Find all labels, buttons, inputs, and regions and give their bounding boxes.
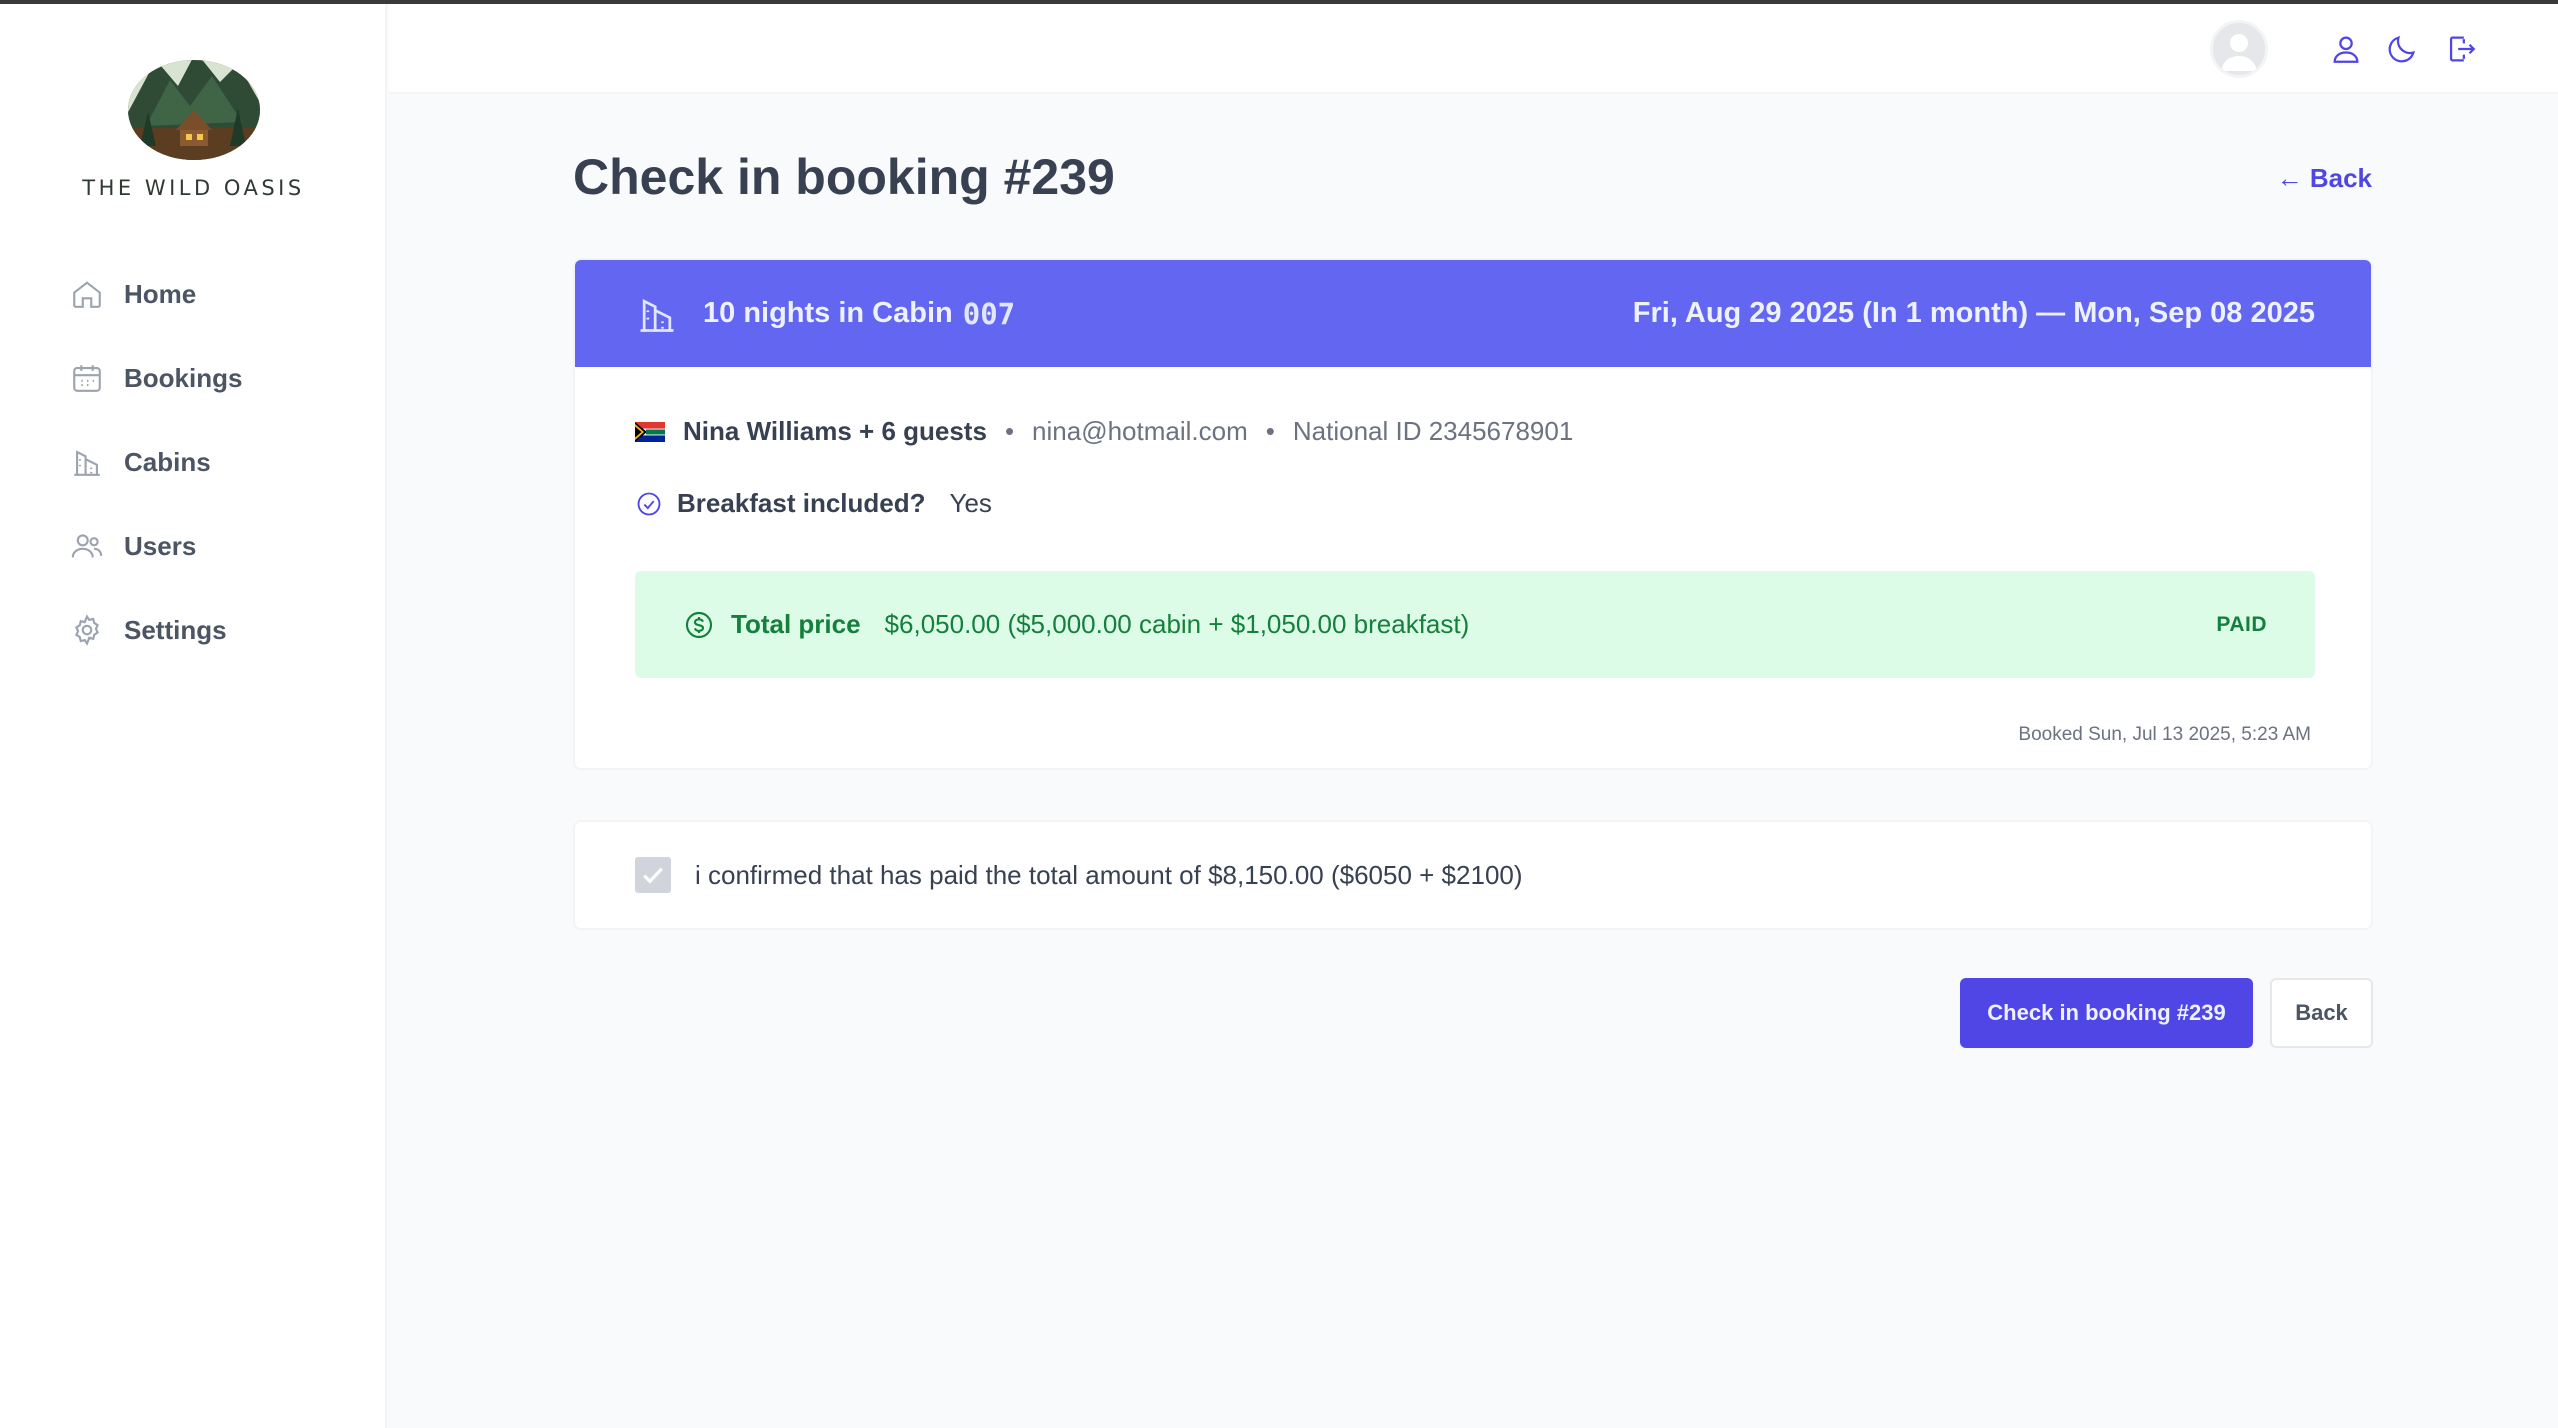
calendar-icon: [70, 361, 104, 395]
guest-name: Nina Williams + 6 guests: [683, 416, 987, 446]
booked-timestamp: Booked Sun, Jul 13 2025, 5:23 AM: [2018, 724, 2311, 745]
checkmark-icon: [643, 867, 663, 884]
booking-card: 10 nights in Cabin 007 Fri, Aug 29 2025 …: [573, 258, 2373, 770]
back-button[interactable]: Back: [2270, 978, 2373, 1048]
confirm-text: i confirmed that has paid the total amou…: [695, 859, 1523, 890]
check-in-button[interactable]: Check in booking #239: [1960, 978, 2253, 1048]
country-flag-icon: [635, 421, 665, 442]
guest-info: Nina Williams + 6 guests • nina@hotmail.…: [635, 416, 1573, 447]
nights-label: 10 nights in Cabin: [703, 297, 953, 329]
logo-text: THE WILD OASIS: [82, 176, 305, 200]
page-title: Check in booking #239: [573, 149, 1115, 205]
price-value: $6,050.00 ($5,000.00 cabin + $1,050.00 b…: [884, 609, 1470, 639]
sidebar-item-users[interactable]: Users: [50, 504, 350, 588]
price-label: Total price: [731, 609, 861, 639]
buildings-icon: [70, 445, 104, 479]
sidebar-item-cabins[interactable]: Cabins: [50, 420, 350, 504]
cabin-code: 007: [962, 296, 1016, 331]
booking-header-band: 10 nights in Cabin 007 Fri, Aug 29 2025 …: [575, 260, 2371, 367]
confirm-checkbox[interactable]: [635, 857, 671, 893]
moon-icon[interactable]: [2385, 32, 2419, 66]
status-badge: PAID: [2216, 612, 2267, 636]
users-icon: [70, 529, 104, 563]
breakfast-info: Breakfast included? Yes: [635, 488, 992, 519]
separator-dot: •: [1265, 416, 1275, 446]
logo[interactable]: THE WILD OASIS: [0, 46, 387, 200]
sidebar-item-label: Home: [124, 278, 197, 309]
guest-email: nina@hotmail.com: [1032, 416, 1248, 446]
avatar[interactable]: [2210, 20, 2268, 78]
sidebar-item-label: Users: [124, 530, 197, 561]
sidebar-item-label: Cabins: [124, 446, 211, 477]
sidebar: THE WILD OASIS Home Bookings Cabins User…: [0, 4, 387, 1428]
logo-image: [127, 60, 260, 160]
price-box: Total price $6,050.00 ($5,000.00 cabin +…: [635, 571, 2315, 678]
sidebar-item-settings[interactable]: Settings: [50, 588, 350, 672]
buildings-icon: [635, 292, 679, 336]
separator-dot: •: [1004, 416, 1015, 446]
top-header: [389, 4, 2558, 94]
check-circle-icon: [635, 490, 663, 518]
back-link[interactable]: ← Back: [2277, 163, 2372, 194]
default-avatar-icon: [2213, 23, 2265, 75]
sidebar-nav: Home Bookings Cabins Users Settings: [50, 252, 350, 672]
sidebar-item-label: Settings: [124, 614, 227, 645]
dollar-circle-icon: [683, 609, 715, 641]
breakfast-value: Yes: [949, 488, 992, 518]
sidebar-item-label: Bookings: [124, 362, 243, 393]
home-icon: [70, 277, 104, 311]
sidebar-item-home[interactable]: Home: [50, 252, 350, 336]
logout-icon[interactable]: [2444, 32, 2478, 66]
sidebar-item-bookings[interactable]: Bookings: [50, 336, 350, 420]
booking-dates: Fri, Aug 29 2025 (In 1 month) — Mon, Sep…: [1632, 297, 2315, 329]
gear-icon: [70, 613, 104, 647]
confirm-payment-box: i confirmed that has paid the total amou…: [573, 820, 2373, 930]
breakfast-label: Breakfast included?: [677, 488, 926, 518]
national-id: National ID 2345678901: [1292, 416, 1574, 446]
user-icon[interactable]: [2329, 32, 2363, 66]
